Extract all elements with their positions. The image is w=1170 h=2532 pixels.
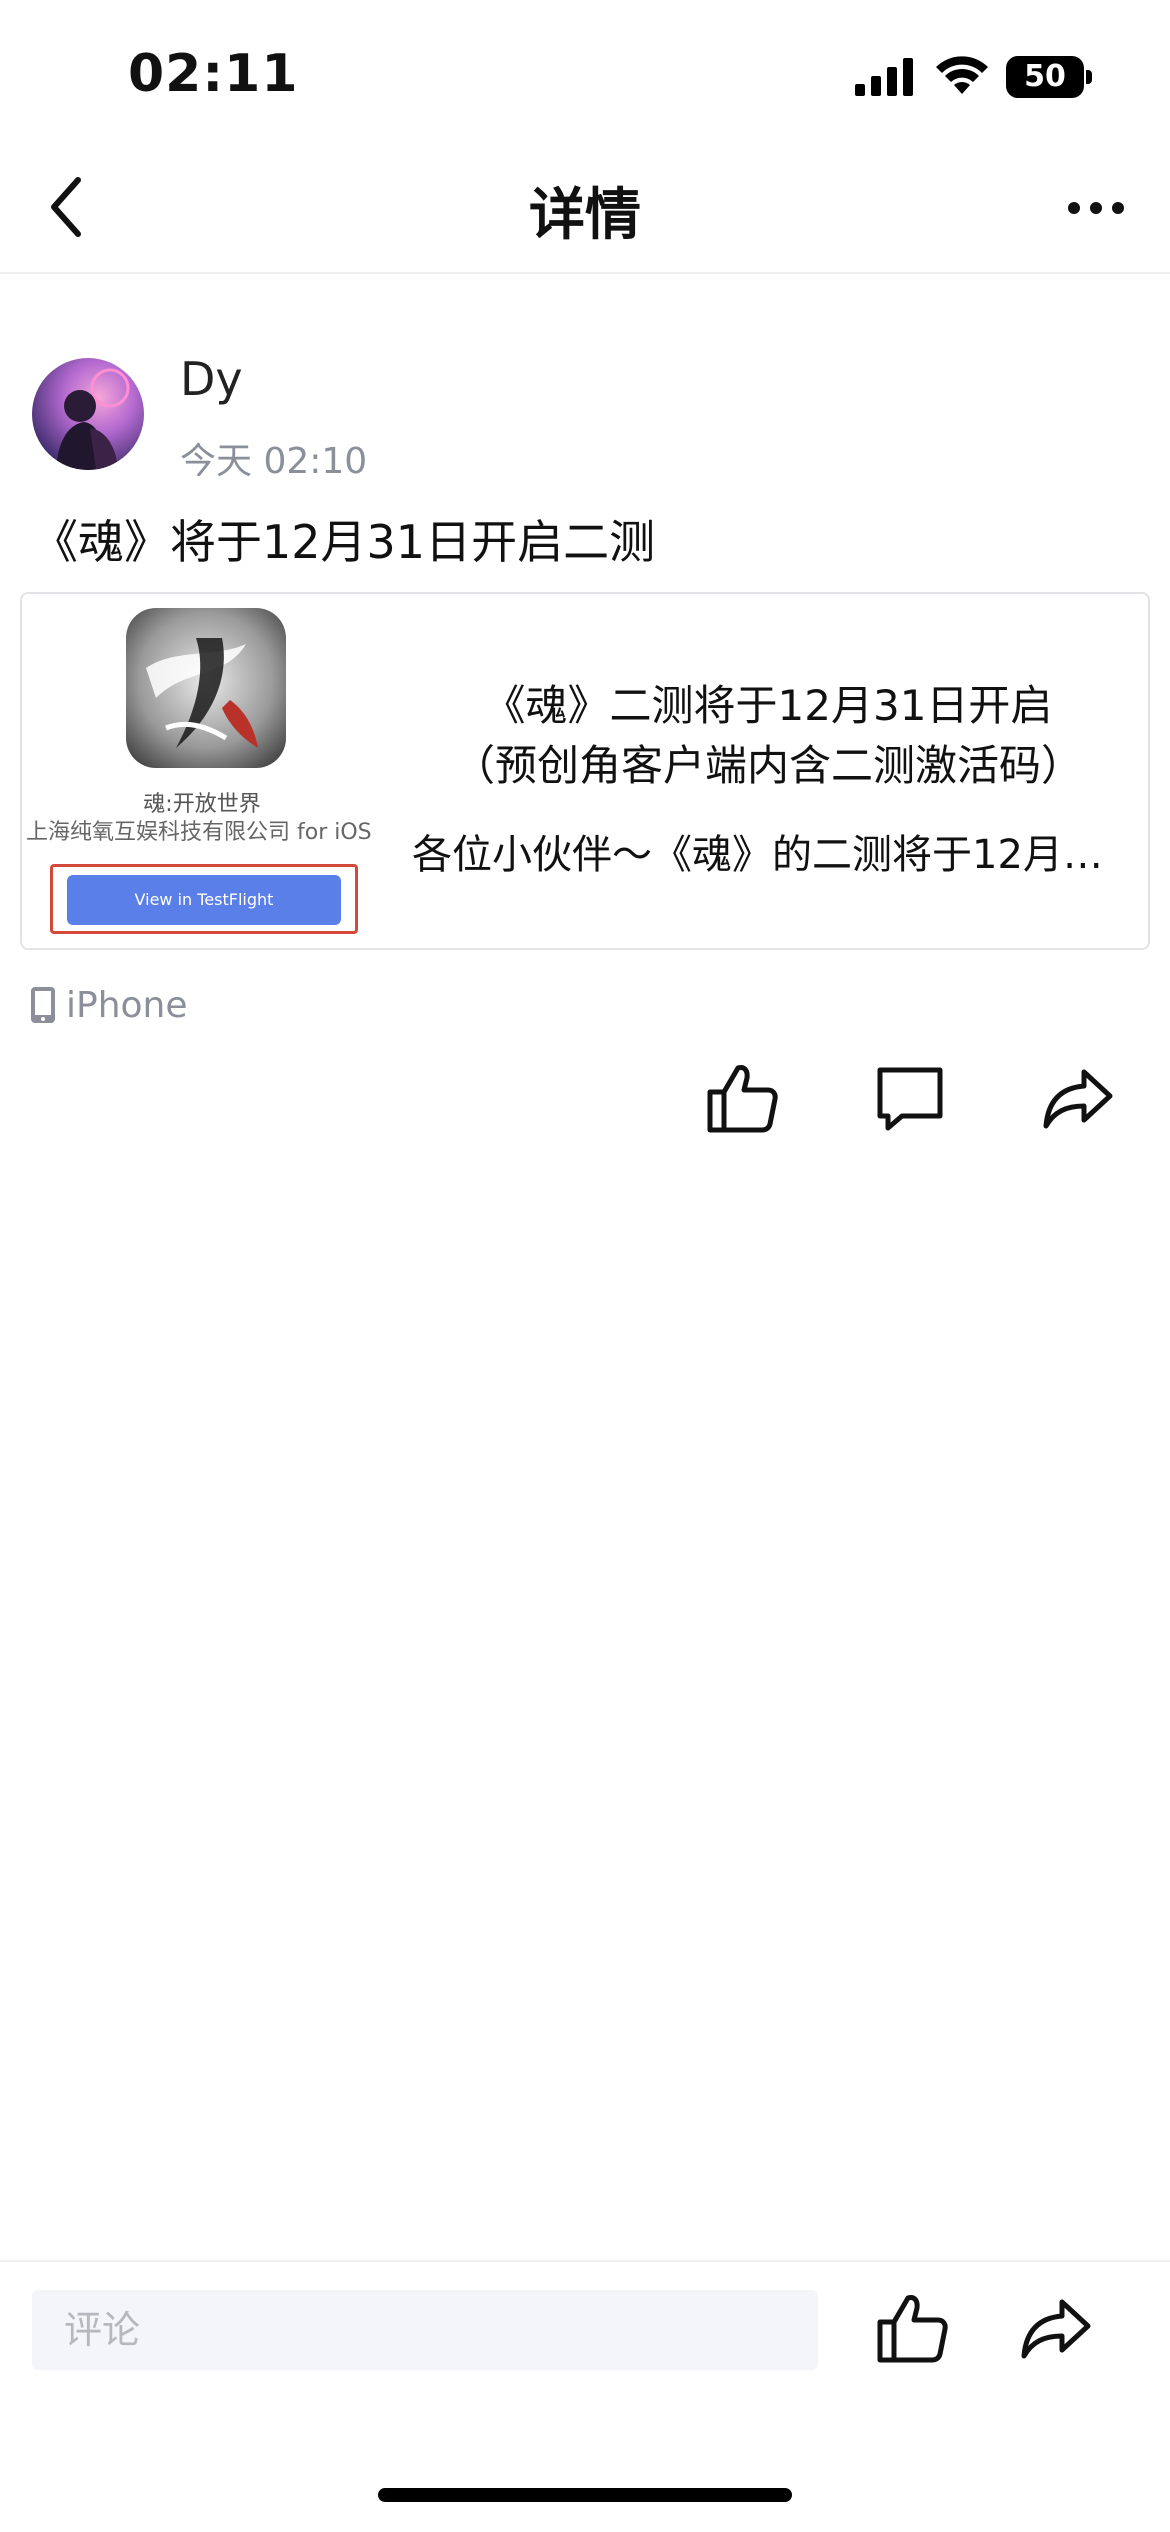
device-label: iPhone bbox=[30, 980, 188, 1030]
page-title: 详情 bbox=[529, 183, 641, 248]
comment-bubble-icon[interactable] bbox=[872, 1060, 948, 1136]
thumbs-up-icon[interactable] bbox=[874, 2290, 950, 2366]
device-name: iPhone bbox=[66, 984, 188, 1026]
card-description: 各位小伙伴～《魂》的二测将于12月31日开启 bbox=[412, 832, 1122, 878]
share-arrow-icon[interactable] bbox=[1040, 1060, 1116, 1136]
more-ellipsis-icon[interactable] bbox=[1066, 186, 1126, 226]
share-arrow-icon[interactable] bbox=[1018, 2290, 1094, 2366]
thumbs-up-icon[interactable] bbox=[704, 1060, 780, 1136]
author-name[interactable]: Dy bbox=[180, 352, 243, 406]
phone-icon bbox=[31, 987, 55, 1023]
app-developer: 上海纯氧互娱科技有限公司 for iOS bbox=[26, 820, 372, 845]
post-time: 今天 02:10 bbox=[180, 441, 368, 482]
card-title-line1: 《魂》二测将于12月31日开启 bbox=[483, 681, 1053, 730]
avatar[interactable] bbox=[32, 358, 144, 470]
battery-level: 50 bbox=[1006, 56, 1084, 98]
card-title: 《魂》二测将于12月31日开启 （预创角客户端内含二测激活码） bbox=[418, 676, 1118, 796]
comment-input[interactable] bbox=[32, 2290, 818, 2370]
status-time: 02:11 bbox=[128, 44, 299, 104]
highlight-frame: View in TestFlight bbox=[50, 864, 358, 934]
battery-icon: 50 bbox=[1006, 56, 1092, 98]
post-text: 《魂》将于12月31日开启二测 bbox=[32, 515, 656, 569]
view-in-testflight-button: View in TestFlight bbox=[67, 875, 341, 925]
home-indicator bbox=[378, 2488, 792, 2502]
nav-bar: 详情 bbox=[0, 140, 1170, 274]
link-card[interactable]: 魂:开放世界 上海纯氧互娱科技有限公司 for iOS View in Test… bbox=[20, 592, 1150, 950]
card-title-line2: （预创角客户端内含二测激活码） bbox=[452, 741, 1083, 790]
status-bar: 02:11 50 bbox=[0, 0, 1170, 140]
app-icon bbox=[126, 608, 286, 768]
cellular-signal-icon bbox=[855, 58, 913, 96]
card-thumbnail: 魂:开放世界 上海纯氧互娱科技有限公司 for iOS View in Test… bbox=[22, 594, 382, 948]
wifi-icon bbox=[936, 56, 988, 94]
